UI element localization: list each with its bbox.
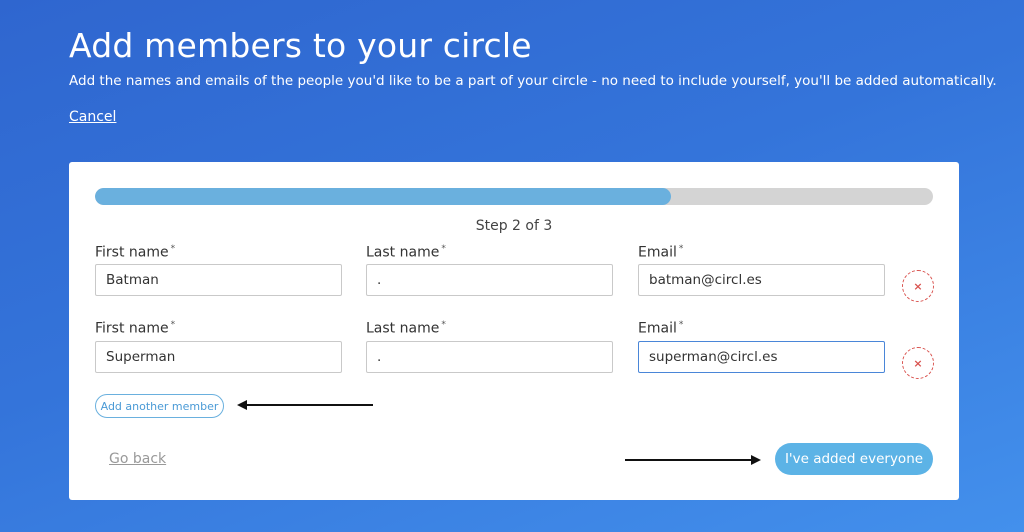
page-title: Add members to your circle [69, 26, 532, 65]
last-name-label: Last name * [366, 320, 446, 337]
arrow-right-icon [625, 455, 761, 465]
done-button[interactable]: I've added everyone [775, 443, 933, 475]
last-name-label: Last name * [366, 244, 446, 261]
first-name-field[interactable] [95, 341, 342, 373]
cancel-link[interactable]: Cancel [69, 109, 116, 125]
progress-bar [95, 188, 933, 205]
last-name-field[interactable] [366, 341, 613, 373]
page-subtitle: Add the names and emails of the people y… [69, 73, 997, 89]
email-label: Email * [638, 320, 684, 337]
progress-bar-fill [95, 188, 671, 205]
first-name-field[interactable] [95, 264, 342, 296]
add-member-button[interactable]: Add another member [95, 394, 224, 418]
last-name-field[interactable] [366, 264, 613, 296]
email-label: Email * [638, 244, 684, 261]
arrow-left-icon [237, 400, 373, 410]
step-indicator: Step 2 of 3 [475, 218, 553, 234]
first-name-label: First name * [95, 320, 176, 337]
go-back-link[interactable]: Go back [109, 451, 166, 467]
remove-member-button[interactable]: × [902, 347, 934, 379]
first-name-label: First name * [95, 244, 176, 261]
close-icon: × [913, 279, 923, 293]
close-icon: × [913, 356, 923, 370]
email-field[interactable] [638, 264, 885, 296]
email-field[interactable] [638, 341, 885, 373]
members-card: Step 2 of 3 First name * Last name * Email… [69, 162, 959, 500]
remove-member-button[interactable]: × [902, 270, 934, 302]
